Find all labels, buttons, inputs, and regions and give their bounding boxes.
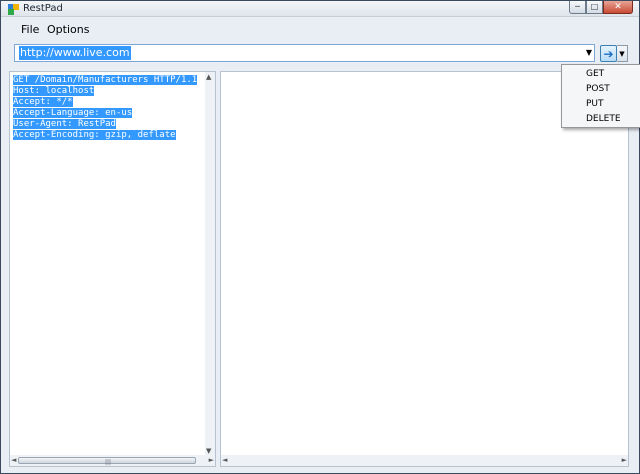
- request-line: GET /Domain/Manufacturers HTTP/1.1: [13, 75, 198, 85]
- url-dropdown-icon[interactable]: ▼: [586, 48, 592, 57]
- menu-file[interactable]: File: [21, 23, 39, 36]
- grip-icon: |||: [105, 459, 112, 466]
- request-line: Accept-Encoding: gzip, deflate: [13, 130, 176, 140]
- response-viewer[interactable]: ◄ ►: [220, 71, 629, 467]
- url-value: http://www.live.com: [19, 46, 131, 60]
- menu-options[interactable]: Options: [47, 23, 89, 36]
- scroll-right-icon[interactable]: ►: [209, 456, 214, 464]
- maximize-button[interactable]: □: [586, 1, 603, 14]
- chevron-down-icon: ▼: [619, 49, 625, 58]
- request-line: User-Agent: RestPad: [13, 119, 116, 129]
- request-text: GET /Domain/Manufacturers HTTP/1.1 Host:…: [10, 75, 198, 141]
- method-dropdown-button[interactable]: ▼: [617, 45, 628, 62]
- request-horizontal-scrollbar[interactable]: ◄ ||| ►: [10, 455, 215, 466]
- scroll-left-icon[interactable]: ◄: [11, 456, 16, 464]
- request-line: Accept-Language: en-us: [13, 108, 133, 118]
- request-line: Host: localhost: [13, 86, 95, 96]
- window-title: RestPad: [23, 3, 63, 14]
- go-button[interactable]: ➔: [600, 45, 617, 62]
- title-bar[interactable]: RestPad ─ □ ✕: [1, 1, 639, 17]
- menu-item-put[interactable]: PUT: [586, 99, 604, 109]
- http-method-menu: GET POST PUT DELETE: [561, 64, 640, 128]
- caption-buttons: ─ □ ✕: [569, 1, 633, 14]
- url-input[interactable]: http://www.live.com ▼: [14, 44, 595, 62]
- close-button[interactable]: ✕: [603, 1, 633, 14]
- scroll-up-icon[interactable]: ▲: [206, 73, 211, 81]
- request-line: Accept: */*: [13, 97, 73, 107]
- menu-item-post[interactable]: POST: [586, 84, 610, 94]
- request-editor[interactable]: GET /Domain/Manufacturers HTTP/1.1 Host:…: [9, 71, 216, 467]
- minimize-button[interactable]: ─: [569, 1, 586, 14]
- menu-item-delete[interactable]: DELETE: [586, 114, 621, 124]
- scroll-down-icon[interactable]: ▼: [206, 447, 211, 455]
- restpad-window: RestPad ─ □ ✕ File Options http://www.li…: [0, 0, 640, 474]
- response-horizontal-scrollbar[interactable]: ◄ ►: [221, 455, 628, 466]
- restpad-app-icon: [8, 4, 19, 15]
- scroll-left-icon[interactable]: ◄: [222, 456, 227, 464]
- request-vertical-scrollbar[interactable]: ▲ ▼: [205, 72, 215, 456]
- scroll-right-icon[interactable]: ►: [622, 456, 627, 464]
- menu-bar: File Options: [1, 20, 639, 38]
- horizontal-scroll-thumb[interactable]: |||: [18, 457, 196, 466]
- menu-item-get[interactable]: GET: [586, 69, 604, 79]
- arrow-right-icon: ➔: [603, 46, 614, 61]
